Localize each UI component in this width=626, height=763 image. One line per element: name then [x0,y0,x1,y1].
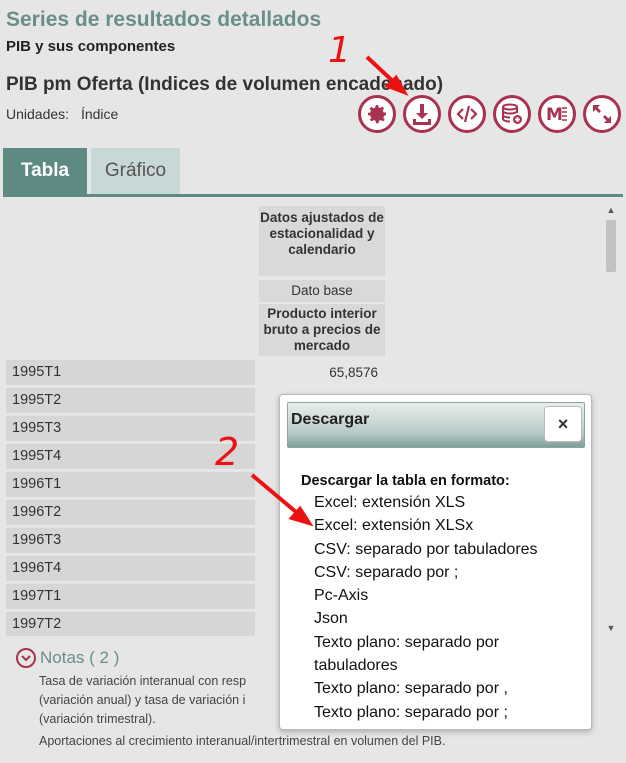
gear-icon [368,105,386,124]
notes-label: Notas ( 2 ) [40,648,120,667]
toolbar: M [358,95,621,133]
format-option-xlsx[interactable]: Excel: extensión XLSx [314,514,584,537]
notes-toggle[interactable]: Notas ( 2 ) [16,648,119,668]
database-add-button[interactable] [493,95,531,133]
units-value: Índice [80,106,119,122]
scroll-thumb[interactable] [606,220,616,272]
units-label: Unidades: [6,106,70,122]
row-period: 1996T2 [6,500,255,525]
row-period: 1995T1 [6,360,255,385]
format-option-json[interactable]: Json [314,607,584,630]
dialog-header: Descargar × [287,402,585,448]
note-line: Aportaciones al crecimiento interanual/i… [39,734,446,748]
column-header-product: Producto interior bruto a precios de mer… [259,304,385,356]
download-dialog: Descargar × Descargar la tabla en format… [279,394,592,730]
format-option-text-comma[interactable]: Texto plano: separado por , [314,677,584,700]
note-line: Tasa de variación interanual con resp [39,674,247,688]
expand-button[interactable] [583,95,621,133]
format-option-pcaxis[interactable]: Pc-Axis [314,584,584,607]
dialog-title: Descargar [291,411,370,428]
row-period: 1995T2 [6,388,255,413]
scroll-up-arrow-icon[interactable]: ▲ [603,202,619,218]
table-scrollbar[interactable]: ▲ ▼ [603,202,619,636]
format-option-text-semicolon[interactable]: Texto plano: separado por ; [314,701,584,724]
settings-button[interactable] [358,95,396,133]
tab-tabla[interactable]: Tabla [3,148,87,194]
page-title: Series de resultados detallados [6,8,322,31]
format-option-xls[interactable]: Excel: extensión XLS [314,491,584,514]
close-button[interactable]: × [544,406,582,442]
annotation-step-2: 2 [215,430,240,474]
row-period: 1997T1 [6,584,255,609]
row-period: 1996T4 [6,556,255,581]
tab-grafico[interactable]: Gráfico [91,148,180,194]
format-option-csv-tab[interactable]: CSV: separado por tabuladores [314,538,584,561]
row-period: 1997T2 [6,612,255,636]
note-line: (variación trimestral). [39,712,156,726]
download-icon [413,104,431,125]
row-period: 1996T1 [6,472,255,497]
chevron-down-icon [16,648,36,668]
format-list: Excel: extensión XLS Excel: extensión XL… [314,491,584,724]
note-line: (variación anual) y tasa de variación i [39,693,246,707]
table-row: 1995T1 65,8576 [6,360,386,385]
svg-text:M: M [546,105,563,125]
tab-bar: Tabla Gráfico [3,148,180,194]
database-add-icon [502,103,522,124]
tab-underline [3,194,623,197]
close-icon: × [557,413,569,434]
column-header-base: Dato base [259,280,385,302]
download-button[interactable] [403,95,441,133]
markdown-button[interactable]: M [538,95,576,133]
expand-icon [593,105,611,123]
series-title: PIB pm Oferta (Indices de volumen encade… [6,74,444,95]
format-option-text-tab[interactable]: Texto plano: separado por tabuladores [314,631,584,678]
format-option-csv-semicolon[interactable]: CSV: separado por ; [314,561,584,584]
embed-code-icon [456,105,478,123]
page-subtitle: PIB y sus componentes [6,38,176,55]
scroll-down-arrow-icon[interactable]: ▼ [603,620,619,636]
row-value: 65,8576 [258,360,386,385]
column-header-adjusted: Datos ajustados de estacionalidad y cale… [259,206,385,276]
annotation-step-1: 1 [328,30,351,71]
embed-code-button[interactable] [448,95,486,133]
markdown-icon: M [546,105,567,125]
dialog-heading: Descargar la tabla en formato: [301,473,510,489]
units-row: Unidades: Índice [6,106,118,122]
row-period: 1996T3 [6,528,255,553]
